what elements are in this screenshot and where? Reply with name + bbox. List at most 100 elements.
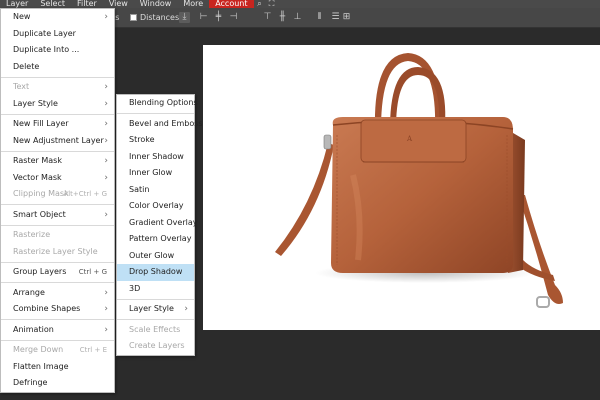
grid-icon[interactable]: ⊞ <box>341 12 352 23</box>
menu-item-label: Raster Mask <box>13 156 62 165</box>
search-icon[interactable]: ⌕ <box>254 0 266 8</box>
shortcut-label: Ctrl + G <box>78 268 107 276</box>
style-menu-item-gradient-overlay[interactable]: Gradient Overlay <box>117 215 198 232</box>
menu-item-label: Outer Glow <box>129 250 175 260</box>
menu-item-label: Rasterize Layer Style <box>13 246 98 256</box>
menu-item-label: Group Layers <box>13 267 67 276</box>
align-left-icon[interactable]: ⊢ <box>198 12 209 23</box>
layer-menu-item-new-adjustment-layer[interactable]: New Adjustment Layer › <box>1 133 114 150</box>
layer-menu-item-raster-mask[interactable]: Raster Mask › <box>1 153 114 170</box>
chevron-right-icon: › <box>104 98 108 109</box>
layer-menu: New › Duplicate Layer Duplicate Into ... Del… <box>0 8 115 393</box>
menu-item-label: Inner Shadow <box>129 151 184 161</box>
style-menu-item-create-layers: Create Layers <box>117 338 194 355</box>
menu-separator <box>1 282 114 283</box>
style-menu-item-stroke[interactable]: Stroke <box>117 132 194 149</box>
menu-filter[interactable]: Filter <box>71 0 103 8</box>
style-menu-item-satin[interactable]: Satin <box>117 182 194 199</box>
layer-menu-item-duplicate-into[interactable]: Duplicate Into ... <box>1 42 114 59</box>
style-menu-item-3d[interactable]: 3D <box>117 281 194 298</box>
menu-layer[interactable]: Layer <box>0 0 34 8</box>
menu-item-label: Flatten Image <box>13 361 69 371</box>
menu-view[interactable]: View <box>103 0 134 8</box>
layer-menu-item-new[interactable]: New › <box>1 9 114 26</box>
layer-menu-item-defringe[interactable]: Defringe <box>1 375 114 392</box>
chevron-right-icon: › <box>104 156 108 166</box>
align-download-icon[interactable]: ⤓ <box>179 12 190 23</box>
chevron-right-icon: › <box>104 82 108 92</box>
menu-window[interactable]: Window <box>134 0 178 8</box>
menu-item-label: Create Layers <box>129 341 185 350</box>
menu-item-label: Blending Options <box>129 98 198 107</box>
document-canvas[interactable]: A <box>203 45 600 330</box>
menu-item-label: Text <box>13 82 30 91</box>
layer-menu-item-delete[interactable]: Delete <box>1 59 114 76</box>
layer-menu-item-layer-style[interactable]: Layer Style › <box>1 96 114 113</box>
menu-account[interactable]: Account <box>209 0 254 8</box>
layer-menu-item-group-layers[interactable]: Group Layers Ctrl + G <box>1 264 114 281</box>
menu-item-label: Defringe <box>13 378 48 387</box>
menu-item-label: Delete <box>13 61 40 71</box>
menu-select[interactable]: Select <box>34 0 71 8</box>
style-menu-item-blending-options[interactable]: Blending Options <box>117 95 198 112</box>
align-center-h-icon[interactable]: ╪ <box>213 12 224 23</box>
chevron-right-icon: › <box>184 304 188 314</box>
layer-menu-item-smart-object[interactable]: Smart Object › <box>1 207 114 224</box>
distribute-h-icon[interactable]: ⫴ <box>314 12 325 23</box>
chevron-right-icon: › <box>104 324 108 335</box>
menu-item-label: Duplicate Layer <box>13 28 76 38</box>
layer-menu-item-duplicate-layer[interactable]: Duplicate Layer <box>1 26 114 43</box>
style-menu-item-drop-shadow[interactable]: Drop Shadow <box>117 264 194 281</box>
menu-separator <box>1 113 114 115</box>
align-middle-v-icon[interactable]: ╫ <box>277 12 288 23</box>
style-menu-item-color-overlay[interactable]: Color Overlay <box>117 198 194 215</box>
menu-item-label: Scale Effects <box>129 324 181 334</box>
menu-separator <box>117 298 194 300</box>
menu-separator <box>1 150 114 152</box>
menu-separator <box>1 319 114 320</box>
layer-menu-item-new-fill-layer[interactable]: New Fill Layer › <box>1 116 114 133</box>
menu-item-label: New Fill Layer <box>13 119 69 128</box>
align-top-icon[interactable]: ⊤ <box>262 12 273 23</box>
menu-item-label: Layer Style <box>13 98 58 108</box>
layer-menu-item-rasterize: Rasterize <box>1 227 114 244</box>
style-menu-item-outer-glow[interactable]: Outer Glow <box>117 248 194 265</box>
layer-menu-item-combine-shapes[interactable]: Combine Shapes › <box>1 301 114 318</box>
align-right-icon[interactable]: ⊣ <box>228 12 239 23</box>
menu-item-label: Layer Style <box>129 304 174 313</box>
shortcut-label: Alt+Ctrl + G <box>63 190 107 198</box>
style-menu-item-inner-shadow[interactable]: Inner Shadow <box>117 149 194 166</box>
menu-item-label: Pattern Overlay <box>129 234 192 243</box>
distribute-v-icon[interactable]: ☰ <box>330 12 341 23</box>
menu-item-label: Animation <box>13 324 54 334</box>
menu-more[interactable]: More <box>177 0 209 8</box>
chevron-right-icon: › <box>104 119 108 129</box>
layer-menu-item-clipping-mask: Clipping Mask Alt+Ctrl + G <box>1 186 114 203</box>
layer-style-submenu: Blending Options Bevel and Emboss Stroke In… <box>116 94 203 356</box>
menu-item-label: Color Overlay <box>129 201 184 210</box>
menu-item-label: Gradient Overlay <box>129 217 198 227</box>
layer-menu-item-vector-mask[interactable]: Vector Mask › <box>1 170 114 187</box>
fullscreen-icon[interactable]: ⛶ <box>266 0 278 8</box>
style-menu-item-pattern-overlay[interactable]: Pattern Overlay <box>117 231 194 248</box>
align-bottom-icon[interactable]: ⊥ <box>292 12 303 23</box>
menu-separator <box>1 204 114 205</box>
menu-item-label: Rasterize <box>13 230 51 239</box>
distances-checkbox[interactable] <box>130 14 137 21</box>
menu-item-label: Merge Down <box>13 345 64 354</box>
menu-separator <box>1 339 114 341</box>
menu-separator <box>117 113 194 114</box>
handbag-image: A <box>275 53 563 308</box>
menu-item-label: New <box>13 12 31 21</box>
menu-item-label: Combine Shapes <box>13 304 81 313</box>
style-menu-item-layer-style[interactable]: Layer Style › <box>117 301 194 318</box>
svg-text:A: A <box>406 135 413 143</box>
menu-item-label: Stroke <box>129 135 155 144</box>
layer-menu-item-animation[interactable]: Animation › <box>1 322 114 339</box>
layer-menu-item-arrange[interactable]: Arrange › <box>1 285 114 302</box>
menu-separator <box>1 261 114 263</box>
style-menu-item-bevel-and-emboss[interactable]: Bevel and Emboss <box>117 116 203 133</box>
menu-item-label: Vector Mask <box>13 172 62 182</box>
style-menu-item-inner-glow[interactable]: Inner Glow <box>117 165 194 182</box>
layer-menu-item-flatten-image[interactable]: Flatten Image <box>1 359 114 376</box>
